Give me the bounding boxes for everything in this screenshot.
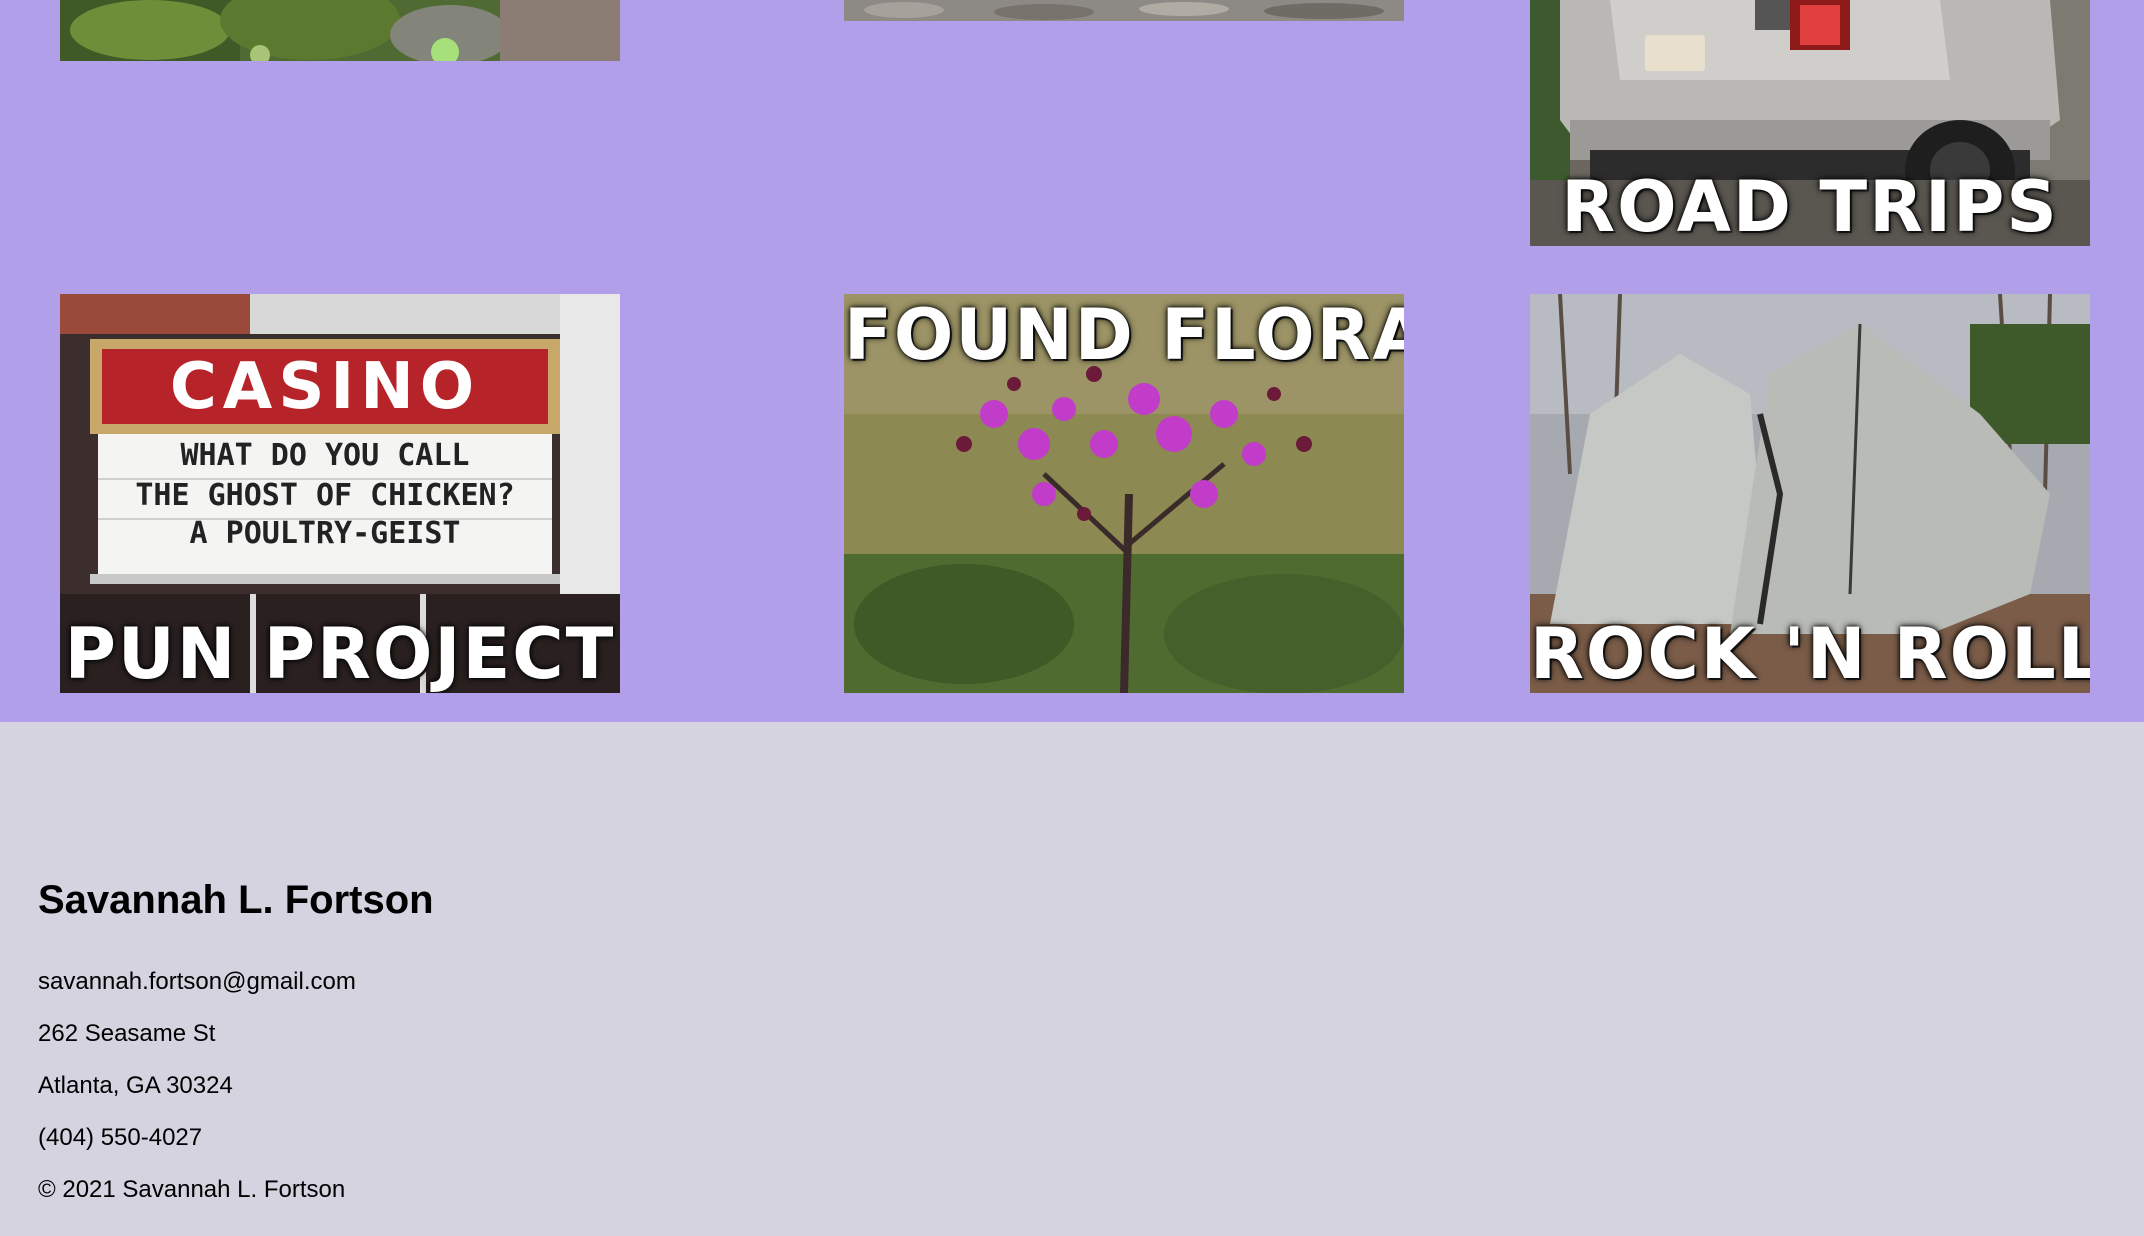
footer-copyright: © 2021 Savannah L. Fortson (38, 1176, 346, 1203)
photo-gallery: ROAD TRIPS CASINO WHAT DO YOU CALL THE G… (0, 0, 2144, 722)
casino-sign-line-2: THE GHOST OF CHICKEN? (135, 478, 515, 513)
footer-street: 262 Seasame St (38, 1020, 216, 1047)
tile-caption: FOUND FLORA (844, 294, 1404, 376)
tile-caption: ROCK 'N ROLL (1530, 613, 2090, 693)
footer-name: Savannah L. Fortson (38, 878, 434, 922)
nature-photo (60, 0, 620, 61)
casino-sign-line-1: WHAT DO YOU CALL (180, 438, 470, 473)
tile-caption: PUN PROJECT (64, 613, 616, 693)
gallery-tile-road-trips[interactable]: ROAD TRIPS (1530, 0, 2090, 246)
gallery-tile-nature[interactable] (60, 0, 620, 61)
gravel-photo (844, 0, 1404, 21)
casino-sign-title: CASINO (169, 350, 481, 424)
footer-email[interactable]: savannah.fortson@gmail.com (38, 968, 356, 996)
gallery-tile-gravel[interactable] (844, 0, 1404, 21)
footer-city: Atlanta, GA 30324 (38, 1072, 233, 1099)
tile-caption: ROAD TRIPS (1561, 166, 2059, 246)
gallery-tile-found-flora[interactable]: FOUND FLORA (844, 294, 1404, 693)
gallery-tile-pun-project[interactable]: CASINO WHAT DO YOU CALL THE GHOST OF CHI… (60, 294, 620, 693)
gallery-tile-rock-n-roll[interactable]: ROCK 'N ROLL (1530, 294, 2090, 693)
casino-sign-line-3: A POULTRY-GEIST (189, 516, 461, 551)
footer-phone: (404) 550-4027 (38, 1124, 203, 1151)
